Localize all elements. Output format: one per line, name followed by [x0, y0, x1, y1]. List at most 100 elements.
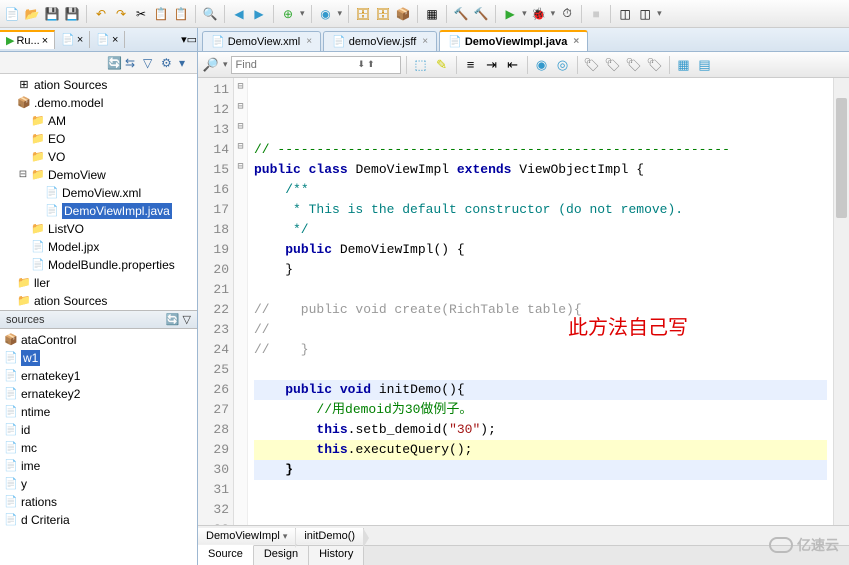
- code-line[interactable]: }: [254, 260, 827, 280]
- tree-item[interactable]: 📄rations: [0, 493, 197, 511]
- breadcrumb-item[interactable]: DemoViewImpl ▾: [198, 528, 296, 544]
- find-input[interactable]: [236, 59, 356, 71]
- search-icon[interactable]: 🔍: [202, 6, 218, 22]
- editor-tab[interactable]: 📄DemoViewImpl.java×: [439, 30, 588, 51]
- code-line[interactable]: // -------------------------------------…: [254, 140, 827, 160]
- find-next-icon[interactable]: ⬇: [358, 59, 366, 70]
- refresh-icon[interactable]: 🔄: [107, 56, 121, 70]
- undo-icon[interactable]: ↶: [93, 6, 109, 22]
- nav1-icon[interactable]: ◉: [533, 56, 551, 74]
- tree-item[interactable]: ⊞ation Sources: [0, 76, 197, 94]
- tree-item[interactable]: 📄ModelBundle.properties: [0, 256, 197, 274]
- code-line[interactable]: this.executeQuery();: [254, 440, 827, 460]
- editor-tab[interactable]: 📄demoView.jsff×: [323, 31, 437, 51]
- code-line[interactable]: //: [254, 320, 827, 340]
- view1-icon[interactable]: ▦: [675, 56, 693, 74]
- indent-icon[interactable]: ⇥: [483, 56, 501, 74]
- tree-item[interactable]: 📦ataControl: [0, 331, 197, 349]
- fold-gutter[interactable]: ⊟⊟⊟⊟⊟: [234, 78, 248, 525]
- options-icon[interactable]: ⚙: [161, 56, 175, 70]
- tree-item[interactable]: 📄w1: [0, 349, 197, 367]
- tree-item[interactable]: 📄ernatekey2: [0, 385, 197, 403]
- fold-marker[interactable]: ⊟: [234, 138, 247, 158]
- navigator-tab-run[interactable]: ▶ Ru... ×: [0, 30, 55, 49]
- tree-item[interactable]: 📁ation Sources: [0, 292, 197, 310]
- project-tree[interactable]: ⊞ation Sources📦.demo.model📁AM📁EO📁VO⊟📁Dem…: [0, 74, 197, 310]
- tree-item[interactable]: 📦.demo.model: [0, 94, 197, 112]
- bookmark1-icon[interactable]: 🏷: [583, 56, 601, 74]
- tree-item[interactable]: 📄id: [0, 421, 197, 439]
- editor-tab[interactable]: 📄DemoView.xml×: [202, 31, 321, 51]
- filter-icon[interactable]: ▽: [183, 314, 191, 326]
- ext1-icon[interactable]: ◫: [617, 6, 633, 22]
- binoculars-icon[interactable]: 🔎: [202, 56, 220, 74]
- db-icon[interactable]: 🗄: [355, 6, 371, 22]
- profile-icon[interactable]: ⏱: [559, 6, 575, 22]
- code-line[interactable]: public class DemoViewImpl extends ViewOb…: [254, 160, 827, 180]
- copy-icon[interactable]: 📋: [153, 6, 169, 22]
- outdent-icon[interactable]: ⇤: [504, 56, 522, 74]
- new-icon[interactable]: 📄: [4, 6, 20, 22]
- fold-marker[interactable]: ⊟: [234, 78, 247, 98]
- find-box[interactable]: ⬇ ⬆: [231, 56, 401, 74]
- code-line[interactable]: public DemoViewImpl() {: [254, 240, 827, 260]
- close-icon[interactable]: ×: [77, 34, 83, 46]
- tree-item[interactable]: 📄y: [0, 475, 197, 493]
- refresh-icon[interactable]: 🔄: [166, 314, 180, 326]
- code-line[interactable]: // }: [254, 340, 827, 360]
- tree-item[interactable]: 📄ime: [0, 457, 197, 475]
- code-line[interactable]: * This is the default constructor (do no…: [254, 200, 827, 220]
- tree-item[interactable]: 📄d Criteria: [0, 511, 197, 529]
- code-line[interactable]: [254, 480, 827, 500]
- back-icon[interactable]: ◀: [231, 6, 247, 22]
- menu-icon[interactable]: ▾: [179, 56, 193, 70]
- tree-item[interactable]: 📄DemoViewImpl.java: [0, 202, 197, 220]
- forward-icon[interactable]: ▶: [251, 6, 267, 22]
- data-controls-tree[interactable]: 📦ataControl📄w1📄ernatekey1📄ernatekey2📄nti…: [0, 329, 197, 565]
- highlight-icon[interactable]: ✎: [433, 56, 451, 74]
- bottom-tab-source[interactable]: Source: [198, 545, 254, 565]
- fold-marker[interactable]: ⊟: [234, 98, 247, 118]
- bookmark4-icon[interactable]: 🏷: [646, 56, 664, 74]
- bookmark3-icon[interactable]: 🏷: [625, 56, 643, 74]
- breadcrumb[interactable]: DemoViewImpl ▾initDemo(): [198, 525, 849, 545]
- close-icon[interactable]: ×: [573, 36, 579, 47]
- close-icon[interactable]: ×: [112, 34, 118, 46]
- code-line[interactable]: /**: [254, 180, 827, 200]
- breadcrumb-item[interactable]: initDemo(): [296, 528, 364, 544]
- bookmark2-icon[interactable]: 🏷: [604, 56, 622, 74]
- navigator-tab-3[interactable]: 📄 ×: [90, 31, 125, 48]
- code-line[interactable]: */: [254, 220, 827, 240]
- tree-item[interactable]: 📄Model.jpx: [0, 238, 197, 256]
- open-icon[interactable]: 📂: [24, 6, 40, 22]
- save-icon[interactable]: 💾: [44, 6, 60, 22]
- run-icon[interactable]: ▶: [502, 6, 518, 22]
- stop-icon[interactable]: ■: [588, 6, 604, 22]
- debug-icon[interactable]: 🐞: [531, 6, 547, 22]
- fold-marker[interactable]: ⊟: [234, 158, 247, 178]
- block-select-icon[interactable]: ⬚: [412, 56, 430, 74]
- build-icon[interactable]: 🔨: [453, 6, 469, 22]
- code-line[interactable]: }: [254, 460, 827, 480]
- find-prev-icon[interactable]: ⬆: [367, 59, 375, 70]
- view2-icon[interactable]: ▤: [696, 56, 714, 74]
- tree-item[interactable]: 📁AM: [0, 112, 197, 130]
- code-line[interactable]: [254, 360, 827, 380]
- tree-item[interactable]: 📄ntime: [0, 403, 197, 421]
- code-line[interactable]: this.setb_demoid("30");: [254, 420, 827, 440]
- tree-item[interactable]: 📁ListVO: [0, 220, 197, 238]
- close-icon[interactable]: ×: [422, 36, 428, 47]
- code-line[interactable]: [254, 280, 827, 300]
- redo-icon[interactable]: ↷: [113, 6, 129, 22]
- tree-item[interactable]: 📄ernatekey1: [0, 367, 197, 385]
- nav2-icon[interactable]: ◎: [554, 56, 572, 74]
- collapse-icon[interactable]: ⇆: [125, 56, 139, 70]
- tree-item[interactable]: 📁ller: [0, 274, 197, 292]
- db2-icon[interactable]: 🗄: [375, 6, 391, 22]
- code-line[interactable]: public void initDemo(){: [254, 380, 827, 400]
- bottom-tab-design[interactable]: Design: [254, 546, 309, 565]
- fold-marker[interactable]: ⊟: [234, 118, 247, 138]
- code-line[interactable]: [254, 500, 827, 520]
- paste-icon[interactable]: 📋: [173, 6, 189, 22]
- sources-section[interactable]: sources 🔄 ▽: [0, 310, 197, 329]
